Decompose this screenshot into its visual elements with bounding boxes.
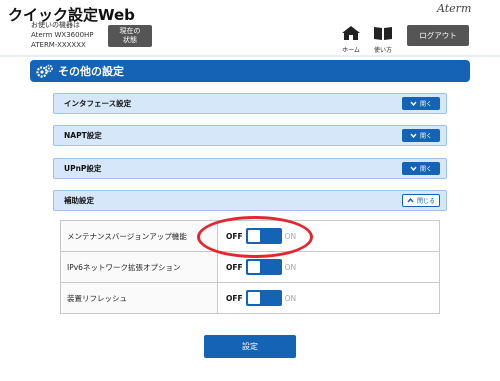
current-status-label-line2: 状態 — [123, 36, 137, 44]
open-button[interactable]: 開く — [402, 97, 440, 110]
header: クイック設定Web お使いの機器は Aterm WX3600HP ATERM-X… — [0, 0, 500, 55]
accordion-label: UPnP設定 — [64, 164, 102, 173]
table-row: 装置リフレッシュ OFF ON — [60, 282, 440, 314]
device-info-line: お使いの機器は — [31, 21, 80, 29]
accordion-label: 補助設定 — [64, 196, 94, 205]
device-name: ATERM-XXXXXX — [31, 41, 86, 49]
on-label: ON — [284, 293, 297, 303]
accordion-napt-settings[interactable]: NAPT設定 開く — [53, 125, 447, 146]
home-button[interactable]: ホーム — [336, 25, 366, 54]
accordion-upnp-settings[interactable]: UPnP設定 開く — [53, 158, 447, 179]
setting-label: 装置リフレッシュ — [60, 282, 218, 314]
device-refresh-toggle[interactable]: OFF ON — [226, 290, 439, 306]
accordion-interface-settings[interactable]: インタフェース設定 開く — [53, 93, 447, 114]
toggle-switch[interactable] — [245, 259, 282, 275]
accordion-label: NAPT設定 — [64, 131, 102, 140]
close-button-label: 閉じる — [416, 198, 435, 205]
setting-label: メンテナンスバージョンアップ機能 — [60, 220, 218, 252]
chevron-down-icon — [410, 101, 417, 106]
open-button[interactable]: 開く — [402, 129, 440, 142]
off-label: OFF — [226, 262, 243, 272]
current-status-label-line1: 現在の — [119, 27, 141, 35]
close-button[interactable]: 閉じる — [402, 194, 440, 207]
setting-value-cell: OFF ON — [217, 282, 440, 314]
manual-label: 使い方 — [373, 47, 392, 54]
device-model: Aterm WX3600HP — [31, 31, 94, 39]
open-button[interactable]: 開く — [402, 162, 440, 175]
gear-icon — [36, 64, 54, 78]
on-label: ON — [284, 262, 297, 272]
device-info: お使いの機器は Aterm WX3600HP ATERM-XXXXXX — [31, 20, 94, 50]
toggle-knob — [247, 261, 260, 273]
off-label: OFF — [226, 293, 243, 303]
accordion-auxiliary-settings[interactable]: 補助設定 閉じる — [53, 190, 447, 211]
submit-button[interactable]: 設定 — [204, 335, 296, 358]
logout-button[interactable]: ログアウト — [407, 25, 469, 46]
chevron-down-icon — [410, 133, 417, 138]
setting-label: IPv6ネットワーク拡張オプション — [60, 251, 218, 283]
section-header: その他の設定 — [30, 60, 470, 82]
header-divider — [0, 55, 500, 57]
toggle-switch[interactable] — [245, 290, 282, 306]
open-button-label: 開く — [419, 166, 432, 173]
open-button-label: 開く — [419, 133, 432, 140]
section-title: その他の設定 — [58, 65, 124, 78]
chevron-up-icon — [407, 198, 414, 203]
chevron-down-icon — [410, 166, 417, 171]
ipv6-extension-toggle[interactable]: OFF ON — [226, 259, 439, 275]
open-button-label: 開く — [419, 101, 432, 108]
accordion-label: インタフェース設定 — [64, 99, 132, 108]
highlight-ring — [197, 216, 313, 258]
book-icon — [374, 27, 392, 40]
home-label: ホーム — [342, 47, 360, 54]
toggle-knob — [247, 292, 260, 304]
aterm-logo: Aterm — [437, 2, 472, 15]
current-status-button[interactable]: 現在の 状態 — [108, 25, 152, 47]
home-icon — [342, 26, 360, 40]
manual-button[interactable]: 使い方 — [368, 25, 398, 54]
